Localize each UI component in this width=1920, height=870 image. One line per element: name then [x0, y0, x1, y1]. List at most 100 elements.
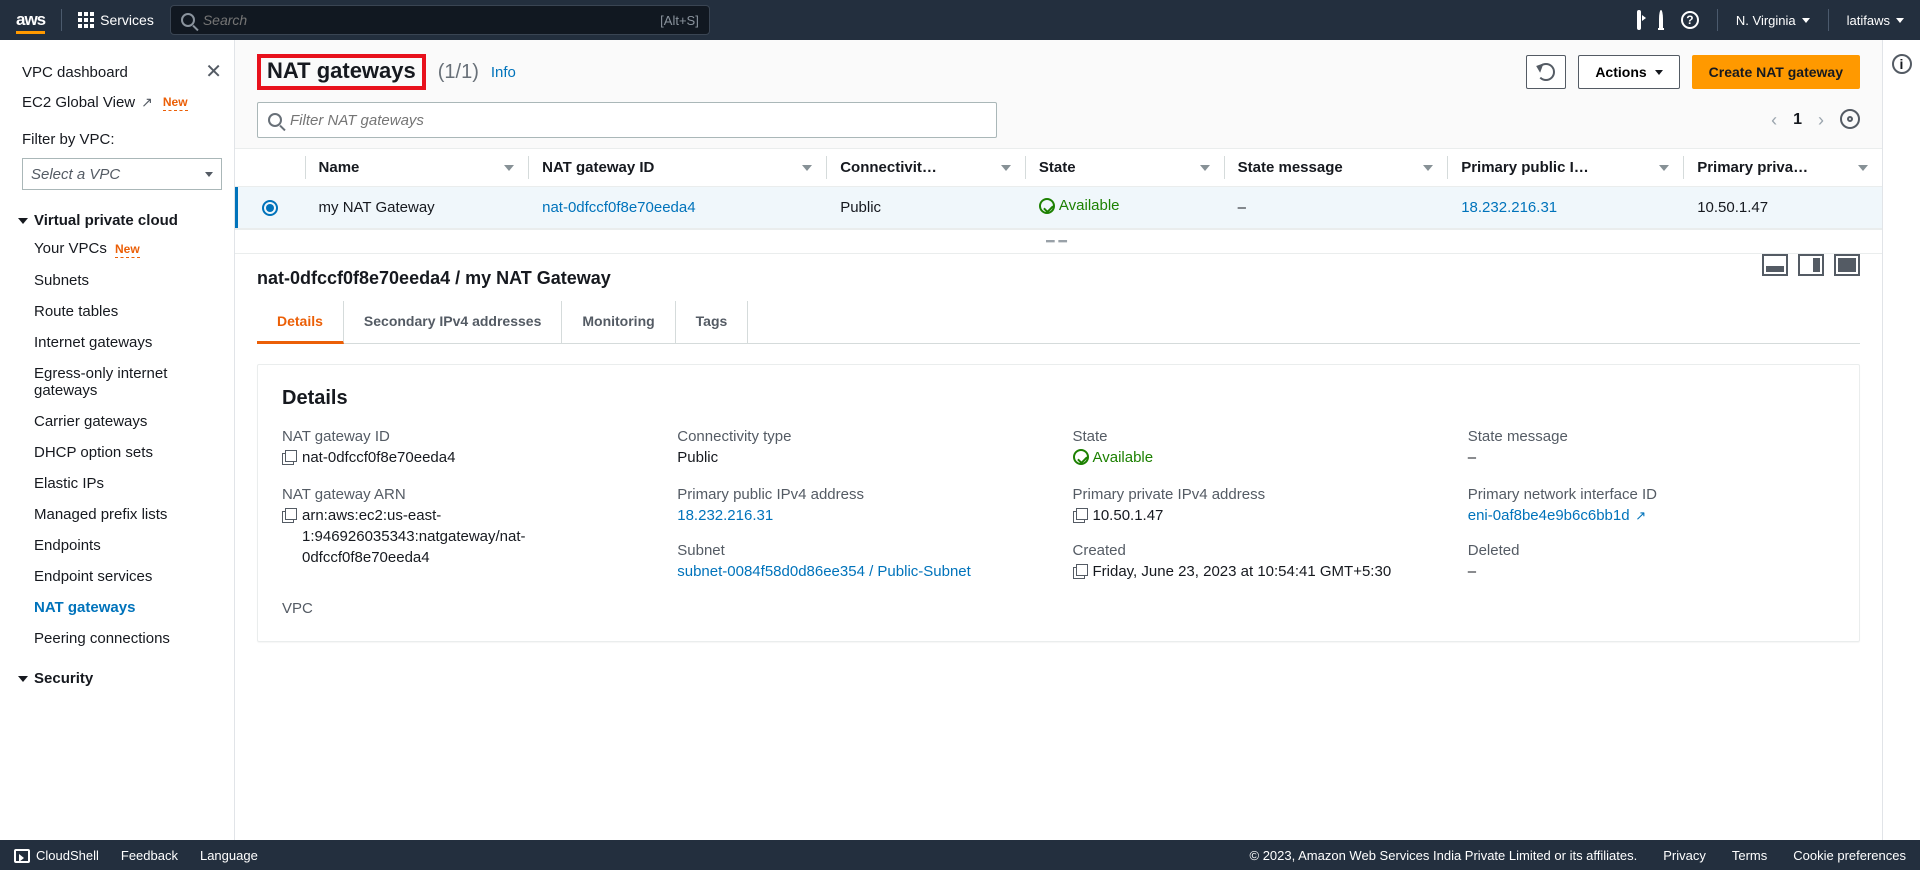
field-connectivity: Connectivity type Public [677, 428, 1044, 468]
sidebar-item-elastic-ips[interactable]: Elastic IPs [18, 468, 226, 499]
field-vpc: VPC [282, 600, 649, 619]
detail-heading: nat-0dfccf0f8e70eeda4 / my NAT Gateway [257, 254, 1860, 301]
subnet-link[interactable]: subnet-0084f58d0d86ee354 / Public-Subnet [677, 561, 971, 582]
services-menu[interactable]: Services [78, 12, 154, 28]
col-name[interactable]: Name [305, 149, 529, 187]
tab-details[interactable]: Details [257, 301, 344, 344]
chevron-down-icon [18, 676, 28, 682]
cell-name: my NAT Gateway [305, 187, 529, 229]
aws-logo[interactable]: aws [16, 10, 45, 31]
row-radio[interactable] [262, 200, 278, 216]
actions-button[interactable]: Actions [1578, 55, 1679, 89]
cloudshell-icon[interactable] [1637, 12, 1641, 28]
sidebar-section-security[interactable]: Security [18, 664, 226, 691]
pagination: ‹ 1 › [1771, 109, 1860, 132]
sidebar-section-vpc[interactable]: Virtual private cloud [18, 206, 226, 233]
global-search[interactable]: [Alt+S] [170, 5, 710, 35]
sidebar-item-subnets[interactable]: Subnets [18, 265, 226, 296]
copy-icon[interactable] [1073, 508, 1087, 522]
footer-cloudshell[interactable]: CloudShell [14, 848, 99, 863]
sidebar-item-carrier-gateways[interactable]: Carrier gateways [18, 406, 226, 437]
page-number: 1 [1793, 111, 1802, 129]
field-nat-id: NAT gateway ID nat-0dfccf0f8e70eeda4 [282, 428, 649, 468]
footer-privacy[interactable]: Privacy [1663, 848, 1706, 863]
copy-icon[interactable] [282, 450, 296, 464]
chevron-down-icon [1802, 18, 1810, 23]
next-page-button[interactable]: › [1818, 110, 1824, 131]
sidebar-item-endpoint-services[interactable]: Endpoint services [18, 561, 226, 592]
eni-link[interactable]: eni-0af8be4e9b6c6bb1d ↗ [1468, 505, 1646, 526]
info-icon[interactable]: i [1892, 54, 1912, 74]
refresh-icon [1537, 63, 1555, 81]
new-badge: New [163, 95, 188, 111]
close-icon[interactable]: ✕ [205, 62, 222, 82]
table-settings-button[interactable] [1840, 109, 1860, 132]
cell-id[interactable]: nat-0dfccf0f8e70eeda4 [528, 187, 826, 229]
footer-cookies[interactable]: Cookie preferences [1793, 848, 1906, 863]
split-handle[interactable]: ━━ [235, 230, 1882, 254]
sidebar-vpc-dashboard[interactable]: VPC dashboard ✕ [18, 56, 226, 88]
create-nat-gateway-button[interactable]: Create NAT gateway [1692, 55, 1860, 89]
details-panel: nat-0dfccf0f8e70eeda4 / my NAT Gateway D… [235, 254, 1882, 841]
sidebar-item-nat-gateways[interactable]: NAT gateways [18, 592, 226, 623]
cell-pubip[interactable]: 18.232.216.31 [1447, 187, 1683, 229]
search-shortcut: [Alt+S] [660, 13, 699, 28]
topbar: aws Services [Alt+S] ? N. Virginia latif… [0, 0, 1920, 40]
search-input[interactable] [203, 12, 652, 28]
tab-secondary-ipv4[interactable]: Secondary IPv4 addresses [344, 301, 562, 343]
account-menu[interactable]: latifaws [1847, 13, 1904, 28]
col-public-ip[interactable]: Primary public I… [1447, 149, 1683, 187]
sidebar-item-route-tables[interactable]: Route tables [18, 296, 226, 327]
notifications-icon[interactable] [1659, 12, 1663, 28]
selection-count: (1/1) [438, 61, 479, 84]
filter-input[interactable] [290, 112, 986, 129]
copy-icon[interactable] [1073, 564, 1087, 578]
sidebar-item-endpoints[interactable]: Endpoints [18, 530, 226, 561]
details-card-title: Details [282, 387, 1835, 410]
sidebar-item-dhcp[interactable]: DHCP option sets [18, 437, 226, 468]
check-icon [1039, 198, 1055, 214]
info-link[interactable]: Info [491, 64, 516, 81]
sidebar-item-your-vpcs[interactable]: Your VPCs New [18, 233, 226, 265]
table-row[interactable]: my NAT Gateway nat-0dfccf0f8e70eeda4 Pub… [235, 187, 1882, 229]
sidebar-item-internet-gateways[interactable]: Internet gateways [18, 327, 226, 358]
table-header-row: Name NAT gateway ID Connectivit… State S… [235, 149, 1882, 187]
public-ip-link[interactable]: 18.232.216.31 [677, 505, 773, 526]
sidebar-item-prefix-lists[interactable]: Managed prefix lists [18, 499, 226, 530]
layout-bottom-button[interactable] [1762, 254, 1788, 276]
grid-icon [78, 12, 94, 28]
help-rail: i [1882, 40, 1920, 840]
col-state[interactable]: State [1025, 149, 1224, 187]
col-connectivity[interactable]: Connectivit… [826, 149, 1025, 187]
nat-gateways-table-scroller[interactable]: Name NAT gateway ID Connectivit… State S… [235, 149, 1882, 230]
detail-tabs: Details Secondary IPv4 addresses Monitor… [257, 301, 1860, 344]
sidebar-ec2-global[interactable]: EC2 Global View ↗ New [18, 88, 226, 117]
table-filter[interactable] [257, 102, 997, 138]
sidebar: VPC dashboard ✕ EC2 Global View ↗ New Fi… [0, 40, 235, 840]
region-selector[interactable]: N. Virginia [1736, 13, 1810, 28]
col-id[interactable]: NAT gateway ID [528, 149, 826, 187]
footer-terms[interactable]: Terms [1732, 848, 1767, 863]
copy-icon[interactable] [282, 508, 296, 522]
sidebar-item-peering[interactable]: Peering connections [18, 623, 226, 654]
col-state-message[interactable]: State message [1224, 149, 1448, 187]
help-icon[interactable]: ? [1681, 11, 1699, 29]
check-icon [1073, 449, 1089, 465]
chevron-down-icon [18, 218, 28, 224]
footer-language[interactable]: Language [200, 848, 258, 863]
prev-page-button[interactable]: ‹ [1771, 110, 1777, 131]
layout-full-button[interactable] [1834, 254, 1860, 276]
vpc-select[interactable]: Select a VPC [22, 158, 222, 190]
panel-layout-controls [1762, 254, 1860, 276]
refresh-button[interactable] [1526, 55, 1566, 89]
footer-feedback[interactable]: Feedback [121, 848, 178, 863]
tab-tags[interactable]: Tags [676, 301, 749, 343]
sidebar-item-egress-gateways[interactable]: Egress-only internet gateways [18, 358, 226, 406]
grip-icon: ━━ [1046, 233, 1071, 250]
col-private-ip[interactable]: Primary priva… [1683, 149, 1882, 187]
layout-side-button[interactable] [1798, 254, 1824, 276]
field-state-message: State message – [1468, 428, 1835, 468]
tab-monitoring[interactable]: Monitoring [562, 301, 675, 343]
cloudshell-icon [14, 849, 30, 863]
external-link-icon: ↗ [141, 94, 153, 111]
